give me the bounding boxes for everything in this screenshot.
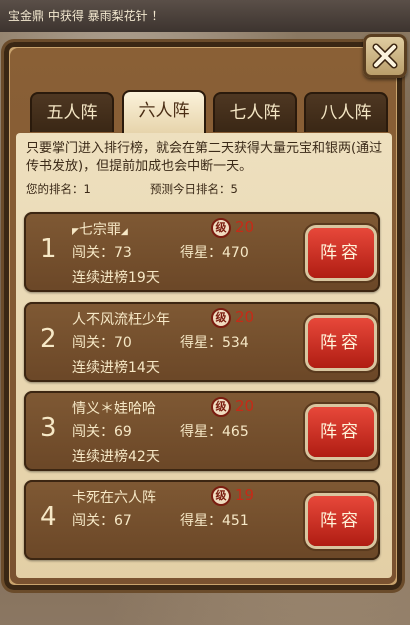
player-level: 20 bbox=[235, 218, 255, 236]
rank-number: 4 bbox=[40, 502, 57, 532]
reward-description: 只要掌门进入排行榜，就会在第二天获得大量元宝和银两(通过传书发放)，但提前加成也… bbox=[26, 141, 383, 174]
level-badge-icon: 级 bbox=[211, 218, 231, 238]
streak-text: 连续进榜14天 bbox=[72, 360, 160, 376]
player-name: ◤七宗罪◢ bbox=[72, 222, 128, 238]
star-stat: 得星：534 bbox=[180, 335, 249, 351]
rank-number: 2 bbox=[40, 324, 57, 354]
leaderboard-row: 2 人不风流枉少年 级 20 闯关：70 得星：534 连续进榜14天 阵容 bbox=[24, 302, 380, 382]
forecast-rank-label: 预测今日排名： bbox=[150, 182, 231, 196]
close-button[interactable] bbox=[363, 34, 407, 78]
announcement-ticker: 宝金鼎 中获得 暴雨梨花针 ！ bbox=[0, 0, 410, 32]
streak-text: 连续进榜42天 bbox=[72, 449, 160, 465]
leaderboard-row: 1 ◤七宗罪◢ 级 20 闯关：73 得星：470 连续进榜19天 阵容 bbox=[24, 212, 380, 292]
my-rank-value: 1 bbox=[83, 182, 91, 196]
tab-six-person[interactable]: 六人阵 bbox=[122, 90, 206, 134]
leaderboard-row: 4 卡死在六人阵 级 19 闯关：67 得星：451 阵容 bbox=[24, 480, 380, 560]
name-decoration-right-icon: ◢ bbox=[120, 227, 128, 237]
rank-number: 1 bbox=[40, 234, 57, 264]
level-badge-icon: 级 bbox=[211, 397, 231, 417]
player-name: 卡死在六人阵 bbox=[72, 490, 156, 506]
forecast-rank: 预测今日排名：5 bbox=[150, 181, 238, 197]
pass-stat: 闯关：67 bbox=[72, 513, 132, 529]
lineup-button[interactable]: 阵容 bbox=[308, 318, 374, 368]
lineup-button[interactable]: 阵容 bbox=[308, 228, 374, 278]
player-name: 情义＊娃哈哈 bbox=[72, 401, 156, 417]
lineup-button[interactable]: 阵容 bbox=[308, 407, 374, 457]
my-rank: 您的排名：1 bbox=[26, 181, 91, 197]
player-level: 20 bbox=[235, 397, 255, 415]
pass-stat: 闯关：69 bbox=[72, 424, 132, 440]
star-stat: 得星：465 bbox=[180, 424, 249, 440]
pass-stat: 闯关：70 bbox=[72, 335, 132, 351]
tab-eight-person[interactable]: 八人阵 bbox=[304, 92, 388, 132]
star-stat: 得星：470 bbox=[180, 245, 249, 261]
forecast-rank-value: 5 bbox=[230, 182, 238, 196]
player-level: 20 bbox=[235, 308, 255, 326]
rank-number: 3 bbox=[40, 413, 57, 443]
streak-text: 连续进榜19天 bbox=[72, 270, 160, 286]
player-level: 19 bbox=[235, 486, 255, 504]
close-icon bbox=[372, 43, 398, 69]
leaderboard-row: 3 情义＊娃哈哈 级 20 闯关：69 得星：465 连续进榜42天 阵容 bbox=[24, 391, 380, 471]
lineup-button[interactable]: 阵容 bbox=[308, 496, 374, 546]
tab-seven-person[interactable]: 七人阵 bbox=[213, 92, 297, 132]
formation-tabs: 五人阵 六人阵 七人阵 八人阵 bbox=[30, 90, 390, 134]
tab-five-person[interactable]: 五人阵 bbox=[30, 92, 114, 132]
level-badge-icon: 级 bbox=[211, 486, 231, 506]
level-badge-icon: 级 bbox=[211, 308, 231, 328]
my-rank-label: 您的排名： bbox=[26, 182, 84, 196]
pass-stat: 闯关：73 bbox=[72, 245, 132, 261]
player-name: 人不风流枉少年 bbox=[72, 312, 170, 328]
star-stat: 得星：451 bbox=[180, 513, 249, 529]
name-decoration-left-icon: ◤ bbox=[72, 227, 79, 237]
